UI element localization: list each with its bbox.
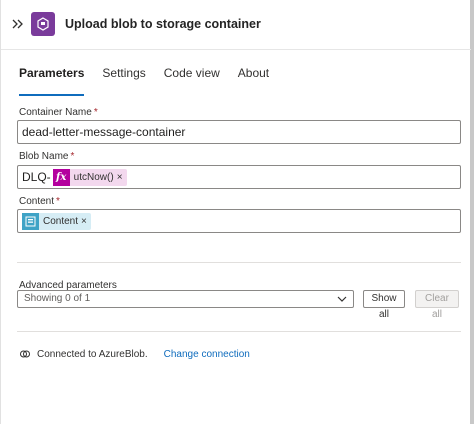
content-token-label: Content <box>43 215 79 227</box>
tab-code-view[interactable]: Code view <box>164 66 220 96</box>
required-marker: * <box>56 196 60 207</box>
section-divider <box>17 262 461 263</box>
action-details-panel: Upload blob to storage container Paramet… <box>0 0 474 424</box>
content-label: Content * <box>19 196 60 207</box>
content-label-text: Content <box>19 196 55 207</box>
remove-token-icon[interactable]: × <box>81 216 87 227</box>
blob-name-label: Blob Name * <box>19 151 74 162</box>
double-chevron-right-icon[interactable] <box>11 16 25 32</box>
show-all-button[interactable]: Show all <box>363 290 405 320</box>
remove-token-icon[interactable]: × <box>117 172 123 183</box>
container-name-value: dead-letter-message-container <box>22 125 186 139</box>
change-connection-link[interactable]: Change connection <box>164 349 250 360</box>
tab-settings[interactable]: Settings <box>102 66 145 96</box>
required-marker: * <box>70 151 75 162</box>
container-name-label-text: Container Name <box>19 107 92 118</box>
chevron-down-icon <box>337 291 347 313</box>
container-name-label: Container Name * <box>19 107 98 118</box>
advanced-parameters-value: Showing 0 of 1 <box>24 293 91 304</box>
content-token[interactable]: Content × <box>22 212 91 230</box>
blob-name-label-text: Blob Name <box>19 151 69 162</box>
tab-about[interactable]: About <box>238 66 269 96</box>
container-name-input[interactable]: dead-letter-message-container <box>17 120 461 144</box>
panel-header: Upload blob to storage container <box>1 0 471 50</box>
blob-name-prefix: DLQ- <box>22 170 51 184</box>
section-divider <box>17 331 461 332</box>
content-input[interactable]: Content × <box>17 209 461 233</box>
tab-bar: Parameters Settings Code view About <box>19 66 287 96</box>
tab-parameters[interactable]: Parameters <box>19 66 85 96</box>
connection-info: Connected to AzureBlob. Change connectio… <box>19 348 250 360</box>
content-dynamic-icon <box>22 212 39 230</box>
advanced-parameters-dropdown[interactable]: Showing 0 of 1 <box>17 290 354 308</box>
utcnow-token-label: utcNow() <box>73 171 114 183</box>
function-fx-icon: fx <box>52 168 70 186</box>
panel-title: Upload blob to storage container <box>65 17 261 31</box>
clear-all-button[interactable]: Clear all <box>415 290 459 320</box>
link-icon <box>19 348 31 360</box>
storage-blob-icon <box>31 12 55 36</box>
blob-name-input[interactable]: DLQ- fx utcNow() × <box>17 165 461 189</box>
required-marker: * <box>93 107 98 118</box>
connection-text: Connected to AzureBlob. <box>37 348 148 360</box>
utcnow-token[interactable]: fx utcNow() × <box>52 168 127 186</box>
